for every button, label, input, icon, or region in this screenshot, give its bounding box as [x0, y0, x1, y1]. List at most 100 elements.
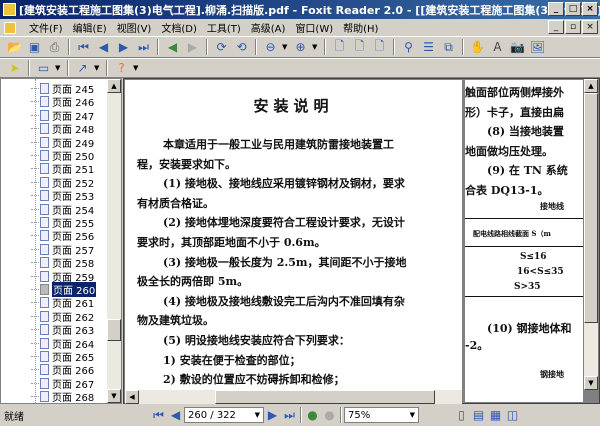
bookmark-item[interactable]: 页面 246 [31, 95, 94, 109]
status-previous-page-icon[interactable]: ◀ [167, 407, 184, 424]
doc-scroll-down-button[interactable]: ▼ [584, 376, 598, 390]
facing-icon[interactable]: ▦ [487, 407, 504, 424]
scroll-down-button[interactable]: ▼ [107, 389, 121, 403]
doc-text-line: (2) 接地体埋地深度要符合工程设计要求，无设计 [163, 216, 405, 230]
bookmark-item[interactable]: 页面 254 [31, 203, 94, 217]
bookmark-item[interactable]: 页面 265 [31, 350, 94, 364]
doc-scroll-thumb[interactable] [584, 93, 598, 323]
page-number-field[interactable]: 260 / 322 ▼ [184, 407, 264, 423]
fit-page-icon[interactable]: 🗋 [351, 39, 368, 56]
status-first-page-icon[interactable]: ⏮ [150, 407, 167, 424]
open-icon[interactable]: 📂 [6, 39, 23, 56]
menu-tools[interactable]: 工具(T) [207, 20, 241, 35]
maximize-button[interactable]: □ [565, 2, 581, 16]
zoom-in-icon[interactable]: ⊕ [292, 39, 309, 56]
menu-view[interactable]: 视图(V) [117, 20, 152, 35]
rotate-counterclockwise-icon[interactable]: ⟲ [233, 39, 250, 56]
minimize-button[interactable]: _ [548, 2, 564, 16]
help-icon[interactable]: ? [113, 60, 130, 77]
bookmark-item[interactable]: 页面 259 [31, 270, 94, 284]
page-number[interactable]: 260 / 322 [188, 410, 236, 421]
hscroll-thumb[interactable] [215, 390, 435, 404]
bookmark-item[interactable]: 页面 256 [31, 229, 94, 243]
bookmarks-panel-icon[interactable]: ☰ [420, 39, 437, 56]
next-page-icon[interactable]: ▶ [115, 39, 132, 56]
text-select-icon[interactable]: A [489, 39, 506, 56]
find-icon[interactable]: ⚲ [400, 39, 417, 56]
bookmark-item[interactable]: 页面 262 [31, 310, 94, 324]
annotation-icon[interactable]: ▭ [35, 60, 52, 77]
menu-window[interactable]: 窗口(W) [295, 20, 333, 35]
bookmark-item[interactable]: 页面 257 [31, 243, 94, 257]
bookmark-item[interactable]: 页面 247 [31, 109, 94, 123]
bookmark-item[interactable]: 页面 264 [31, 337, 94, 351]
status-forward-icon[interactable]: ● [321, 407, 338, 424]
image-icon[interactable]: 🖼 [529, 39, 546, 56]
bookmark-item[interactable]: 页面 263 [31, 323, 94, 337]
bookmark-item[interactable]: 页面 266 [31, 363, 94, 377]
zoom-out-icon[interactable]: ⊖ [262, 39, 279, 56]
forward-icon[interactable]: ▶ [184, 39, 201, 56]
doc-text-line: 合表 DQ13-1。 [465, 183, 549, 197]
close-button[interactable]: × [582, 2, 598, 16]
document-vscrollbar[interactable]: ▲ ▼ [584, 79, 598, 390]
menu-file[interactable]: 文件(F) [29, 20, 63, 35]
fit-width-icon[interactable]: 🗋 [371, 39, 388, 56]
bookmark-item[interactable]: 页面 260 [31, 282, 97, 297]
horizontal-scrollbar[interactable]: ◀ [125, 390, 462, 404]
full-screen-icon[interactable]: ⧉ [440, 39, 457, 56]
annotation-dropdown[interactable]: ▼ [55, 64, 62, 72]
back-icon[interactable]: ◀ [164, 39, 181, 56]
menu-document[interactable]: 文档(D) [161, 20, 197, 35]
single-page-icon[interactable]: ▯ [453, 407, 470, 424]
page-icon [40, 391, 49, 403]
first-page-icon[interactable]: ⏮ [75, 39, 92, 56]
continuous-facing-icon[interactable]: ◫ [504, 407, 521, 424]
zoom-out-dropdown[interactable]: ▼ [282, 43, 289, 51]
zoom-select[interactable]: 75% ▼ [344, 407, 419, 423]
snapshot-icon[interactable]: 📷 [509, 39, 526, 56]
menu-advanced[interactable]: 高级(A) [251, 20, 286, 35]
bookmark-item[interactable]: 页面 251 [31, 162, 94, 176]
last-page-icon[interactable]: ⏭ [135, 39, 152, 56]
doc-minimize-button[interactable]: _ [548, 20, 564, 34]
rotate-clockwise-icon[interactable]: ⟳ [213, 39, 230, 56]
link-arrow-icon[interactable]: ↗ [74, 60, 91, 77]
bookmark-item[interactable]: 页面 250 [31, 149, 94, 163]
main-toolbar: 📂 ▣ ⎙ ⏮ ◀ ▶ ⏭ ◀ ▶ ⟳ ⟲ ⊖ ▼ ⊕ ▼ 🗋 🗋 🗋 ⚲ ☰ ⧉ … [0, 36, 600, 58]
doc-close-button[interactable]: × [582, 20, 598, 34]
link-dropdown[interactable]: ▼ [94, 64, 101, 72]
bookmark-item[interactable]: 页面 267 [31, 377, 94, 391]
bookmark-item[interactable]: 页面 258 [31, 256, 94, 270]
bookmark-item[interactable]: 页面 252 [31, 176, 94, 190]
bookmark-item[interactable]: 页面 253 [31, 189, 94, 203]
status-last-page-icon[interactable]: ⏭ [281, 407, 298, 424]
continuous-icon[interactable]: ▤ [470, 407, 487, 424]
help-dropdown[interactable]: ▼ [133, 64, 140, 72]
previous-page-icon[interactable]: ◀ [95, 39, 112, 56]
zoom-in-dropdown[interactable]: ▼ [312, 43, 319, 51]
bookmark-item[interactable]: 页面 255 [31, 216, 94, 230]
scroll-up-button[interactable]: ▲ [107, 79, 121, 93]
bookmarks-scrollbar[interactable]: ▲ ▼ [107, 79, 121, 403]
bookmark-item[interactable]: 页面 268 [31, 390, 94, 403]
zoom-value[interactable]: 75% [348, 410, 370, 421]
status-back-icon[interactable]: ● [304, 407, 321, 424]
menu-edit[interactable]: 编辑(E) [73, 20, 107, 35]
hand-tool-icon[interactable]: ✋ [469, 39, 486, 56]
menu-help[interactable]: 帮助(H) [343, 20, 378, 35]
bookmark-item[interactable]: 页面 245 [31, 82, 94, 96]
bookmark-item[interactable]: 页面 249 [31, 136, 94, 150]
select-arrow-icon[interactable]: ➤ [6, 60, 23, 77]
scroll-left-button[interactable]: ◀ [125, 390, 139, 404]
save-icon[interactable]: ▣ [26, 39, 43, 56]
bookmark-item[interactable]: 页面 248 [31, 122, 94, 136]
doc-restore-button[interactable]: ▫ [565, 20, 581, 34]
scroll-thumb[interactable] [107, 319, 121, 341]
bookmark-item[interactable]: 页面 261 [31, 296, 94, 310]
print-icon[interactable]: ⎙ [46, 39, 63, 56]
actual-size-icon[interactable]: 🗋 [331, 39, 348, 56]
status-next-page-icon[interactable]: ▶ [264, 407, 281, 424]
doc-text-line: 要求时，其顶部距地面不小于 0.6m。 [137, 236, 326, 249]
doc-scroll-up-button[interactable]: ▲ [584, 79, 598, 93]
